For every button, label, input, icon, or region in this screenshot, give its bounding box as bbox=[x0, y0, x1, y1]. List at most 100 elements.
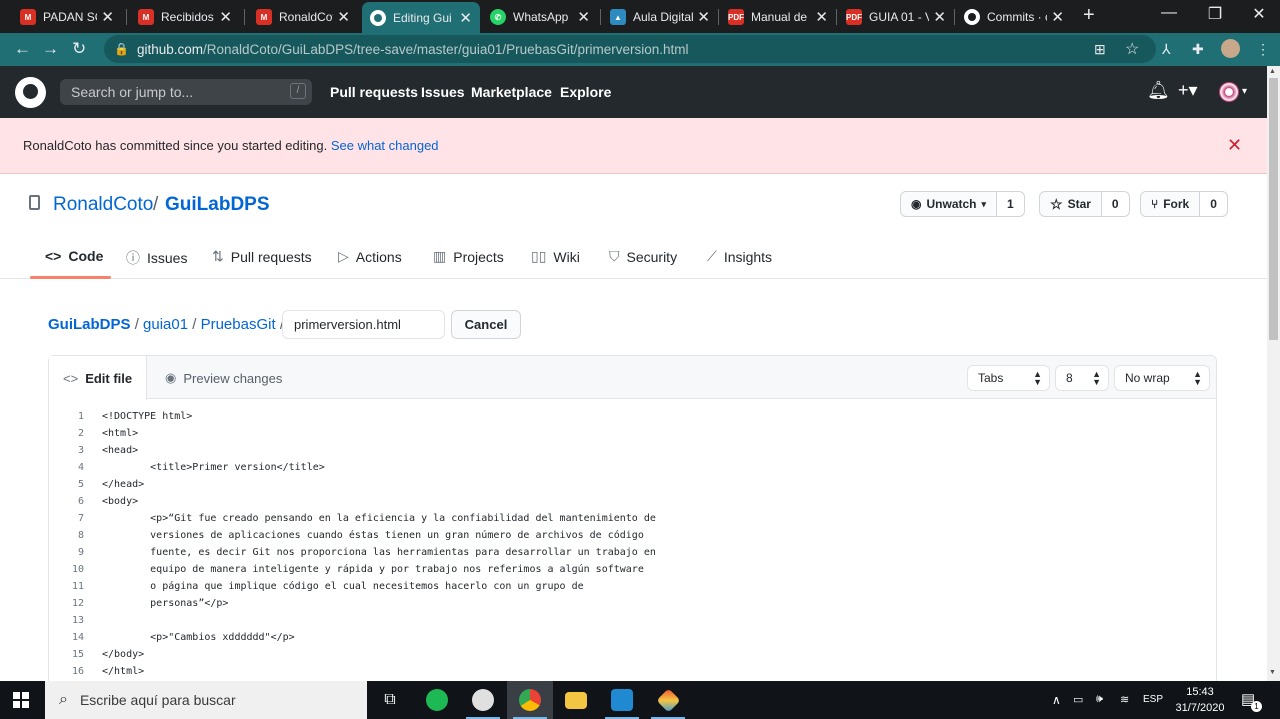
indent-size-select[interactable]: 8 ▲ ▼ bbox=[1055, 365, 1109, 391]
battery-icon[interactable]: ▭ bbox=[1073, 693, 1083, 706]
editor-toolbar: <> Edit file ◉ Preview changes Tabs ▲ ▼ 8… bbox=[49, 356, 1216, 400]
maximize-icon[interactable]: ❐ bbox=[1192, 4, 1238, 24]
taskbar-app-explorer[interactable] bbox=[553, 681, 599, 719]
language-indicator[interactable]: ESP bbox=[1143, 694, 1163, 705]
stars-count[interactable]: 0 bbox=[1100, 192, 1129, 216]
tab-wiki[interactable]: ▯▯ Wiki bbox=[531, 248, 580, 265]
minimize-icon[interactable]: — bbox=[1146, 4, 1192, 22]
back-icon[interactable]: ← bbox=[14, 39, 31, 59]
project-icon: ▥ bbox=[433, 248, 447, 264]
breadcrumb-repo-link[interactable]: GuiLabDPS bbox=[48, 316, 131, 333]
tab-pull-requests[interactable]: ⇅ Pull requests bbox=[212, 248, 312, 265]
github-logo-icon[interactable] bbox=[15, 77, 46, 108]
tab-issues[interactable]: ⓘ Issues bbox=[126, 248, 187, 268]
breadcrumb-guia01-link[interactable]: guia01 bbox=[143, 316, 188, 333]
tab-label: Security bbox=[626, 248, 678, 265]
close-window-icon[interactable]: ✕ bbox=[1236, 4, 1280, 24]
close-tab-icon[interactable]: ✕ bbox=[97, 8, 114, 26]
user-avatar[interactable] bbox=[1219, 82, 1239, 102]
tab-security[interactable]: ⛉ Security bbox=[609, 248, 677, 265]
menu-icon[interactable]: ⋮ bbox=[1256, 41, 1270, 58]
chevron-down-icon[interactable]: ▾ bbox=[1242, 86, 1247, 97]
browser-tab[interactable]: PDF GUIA 01 - V ✕ bbox=[838, 3, 954, 31]
taskbar-app-git[interactable] bbox=[645, 681, 691, 719]
show-hidden-icons[interactable]: ∧ bbox=[1052, 693, 1061, 707]
browser-tab[interactable]: M Recibidos ( ✕ bbox=[130, 3, 240, 31]
pdf-icon: PDF bbox=[728, 9, 744, 25]
create-new-icon[interactable]: +▾ bbox=[1178, 80, 1198, 101]
wrap-mode-select[interactable]: No wrap ▲ ▼ bbox=[1114, 365, 1210, 391]
watchers-count[interactable]: 1 bbox=[996, 192, 1024, 216]
close-tab-icon[interactable]: ✕ bbox=[573, 8, 590, 26]
browser-tab[interactable]: Commits · c ✕ bbox=[956, 3, 1072, 31]
extensions-icon[interactable]: ✚ bbox=[1192, 41, 1204, 58]
taskbar-app-chrome[interactable] bbox=[507, 681, 553, 719]
select-arrows-icon: ▲ ▼ bbox=[1092, 369, 1101, 387]
line-number: 7 bbox=[77, 513, 84, 524]
tab-edit-file[interactable]: <> Edit file bbox=[49, 356, 147, 400]
url-text: github.com/RonaldCoto/GuiLabDPS/tree-sav… bbox=[136, 41, 689, 57]
close-tab-icon[interactable]: ✕ bbox=[1047, 8, 1064, 26]
nav-issues[interactable]: Issues bbox=[421, 84, 465, 100]
scrollbar-thumb[interactable] bbox=[1269, 78, 1278, 340]
filename-input[interactable]: primerversion.html bbox=[282, 310, 445, 339]
translate-icon[interactable]: ⊞ bbox=[1094, 41, 1106, 58]
new-tab-icon[interactable]: + bbox=[1083, 4, 1095, 27]
browser-tab[interactable]: ▲ Aula Digital ✕ bbox=[602, 3, 718, 31]
tab-actions[interactable]: ▷ Actions bbox=[338, 248, 402, 265]
forward-icon[interactable]: → bbox=[42, 39, 59, 59]
close-tab-icon[interactable]: ✕ bbox=[215, 8, 232, 26]
volume-icon[interactable]: 🕪︎ bbox=[1096, 693, 1103, 706]
nav-marketplace[interactable]: Marketplace bbox=[471, 84, 552, 100]
notifications-bell-icon[interactable]: 🔔︎ bbox=[1147, 80, 1170, 101]
taskbar-app-generic[interactable] bbox=[460, 681, 506, 719]
close-tab-icon[interactable]: ✕ bbox=[455, 9, 472, 27]
pdf-extension-icon[interactable]: ⅄ bbox=[1162, 41, 1171, 58]
address-bar[interactable]: 🔒 github.com/RonaldCoto/GuiLabDPS/tree-s… bbox=[104, 35, 1156, 63]
close-tab-icon[interactable]: ✕ bbox=[929, 8, 946, 26]
gmail-icon: M bbox=[20, 9, 36, 25]
reload-icon[interactable]: ↻ bbox=[72, 39, 86, 59]
see-what-changed-link[interactable]: See what changed bbox=[331, 138, 439, 153]
close-tab-icon[interactable]: ✕ bbox=[811, 8, 828, 26]
nav-pull-requests[interactable]: Pull requests bbox=[330, 84, 418, 100]
repo-owner-link[interactable]: RonaldCoto bbox=[53, 194, 153, 216]
tab-insights[interactable]: ⟋ Insights bbox=[707, 248, 772, 265]
wifi-icon[interactable]: ≋ bbox=[1120, 693, 1129, 706]
task-view-button[interactable]: ⧉ bbox=[367, 681, 413, 719]
tab-code[interactable]: <> Code bbox=[45, 248, 103, 264]
scroll-down-icon[interactable]: ▼ bbox=[1269, 669, 1276, 676]
browser-tab[interactable]: ✆ WhatsApp ✕ bbox=[482, 3, 598, 31]
line-number: 5 bbox=[77, 479, 84, 490]
close-icon[interactable]: ✕ bbox=[1227, 135, 1242, 156]
fork-button[interactable]: ⑂ Fork 0 bbox=[1140, 191, 1228, 217]
taskbar-search[interactable]: ⌕ Escribe aquí para buscar bbox=[45, 681, 367, 719]
close-tab-icon[interactable]: ✕ bbox=[333, 8, 350, 26]
tab-preview-changes[interactable]: ◉ Preview changes bbox=[165, 370, 282, 386]
tab-title: Manual de bbox=[751, 10, 808, 24]
breadcrumb-pruebasgit-link[interactable]: PruebasGit bbox=[201, 316, 276, 333]
repo-name-link[interactable]: GuiLabDPS bbox=[165, 194, 270, 216]
breadcrumb: GuiLabDPS / guia01 / PruebasGit / bbox=[48, 316, 284, 333]
scroll-up-icon[interactable]: ▲ bbox=[1269, 68, 1276, 75]
browser-tab-active[interactable]: Editing Gui ✕ bbox=[362, 2, 480, 33]
nav-explore[interactable]: Explore bbox=[560, 84, 611, 100]
clock[interactable]: 15:43 31/7/2020 bbox=[1172, 684, 1228, 716]
browser-tab[interactable]: M RonaldCoto ✕ bbox=[248, 3, 358, 31]
browser-tab[interactable]: M PADAN SO ✕ bbox=[12, 3, 122, 31]
star-button[interactable]: ☆ Star 0 bbox=[1039, 191, 1130, 217]
taskbar-app-spotify[interactable] bbox=[414, 681, 460, 719]
search-input[interactable]: Search or jump to... / bbox=[60, 79, 312, 105]
taskbar-app-vscode[interactable] bbox=[599, 681, 645, 719]
unwatch-button[interactable]: ◉ Unwatch ▾ 1 bbox=[900, 191, 1025, 217]
indent-mode-select[interactable]: Tabs ▲ ▼ bbox=[967, 365, 1050, 391]
cancel-button[interactable]: Cancel bbox=[451, 310, 521, 339]
forks-count[interactable]: 0 bbox=[1199, 192, 1227, 216]
indent-size-value: 8 bbox=[1066, 371, 1073, 385]
close-tab-icon[interactable]: ✕ bbox=[693, 8, 710, 26]
profile-avatar[interactable] bbox=[1221, 39, 1240, 58]
bookmark-star-icon[interactable]: ☆ bbox=[1125, 39, 1139, 59]
browser-tab[interactable]: PDF Manual de ✕ bbox=[720, 3, 836, 31]
tab-projects[interactable]: ▥ Projects bbox=[433, 248, 504, 265]
windows-start-icon[interactable] bbox=[13, 692, 29, 708]
